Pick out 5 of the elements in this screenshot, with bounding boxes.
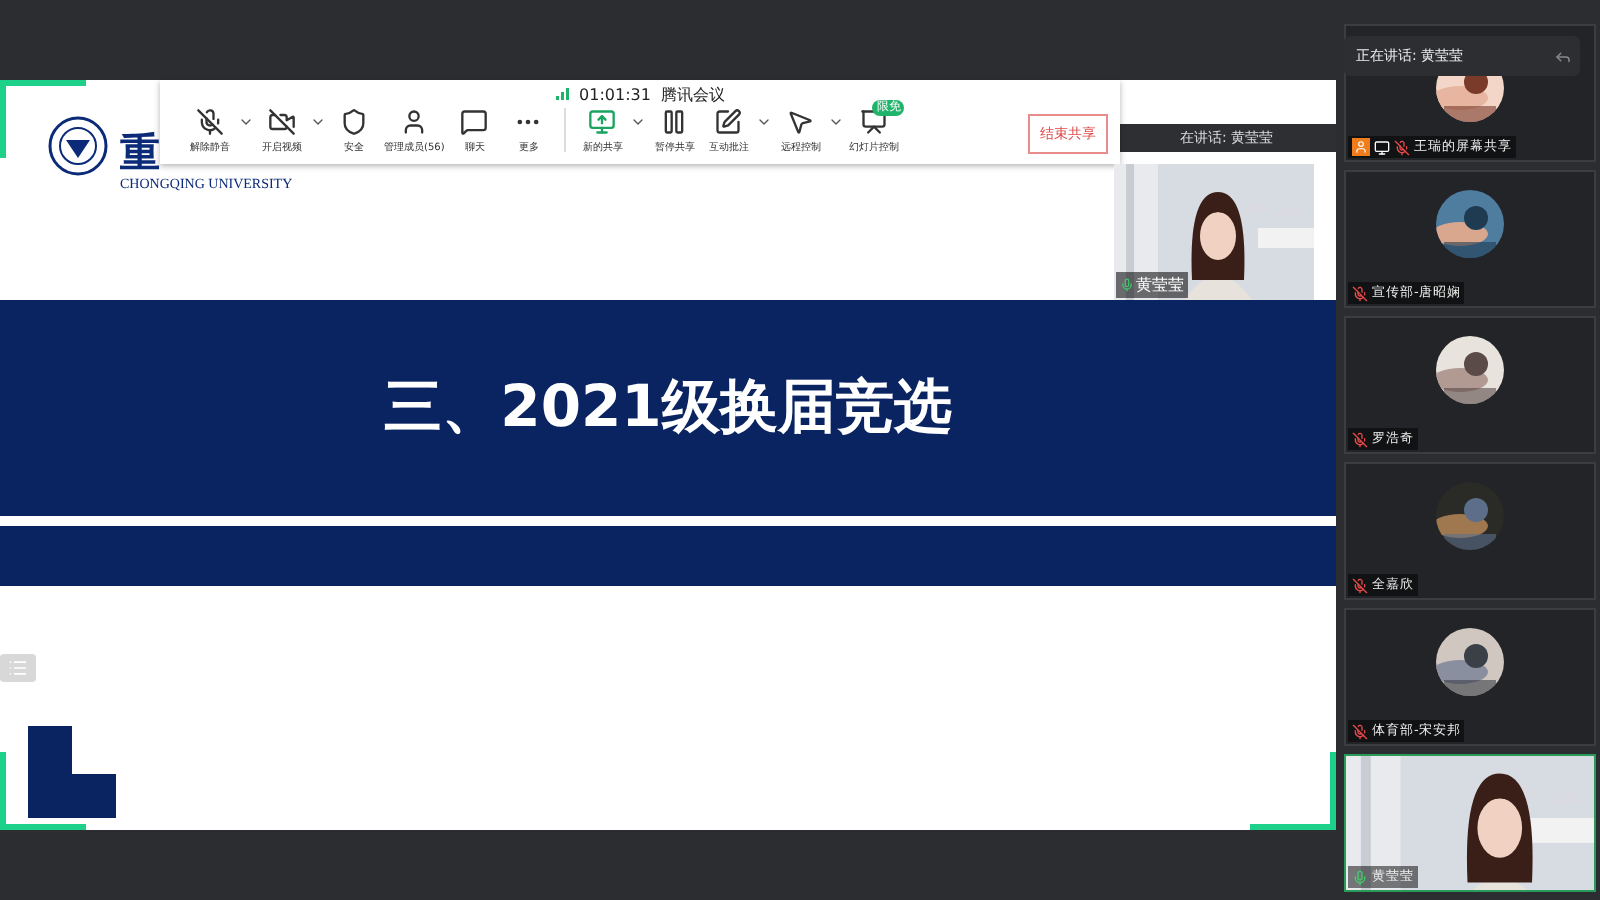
meeting-timer: 01:01:31	[579, 85, 651, 103]
participant-name: 黄莹莹	[1136, 274, 1184, 296]
slide-title: 三、2021级换届竞选	[384, 370, 952, 444]
logo-text: 重	[120, 128, 160, 176]
meeting-title: 腾讯会议	[660, 83, 725, 105]
